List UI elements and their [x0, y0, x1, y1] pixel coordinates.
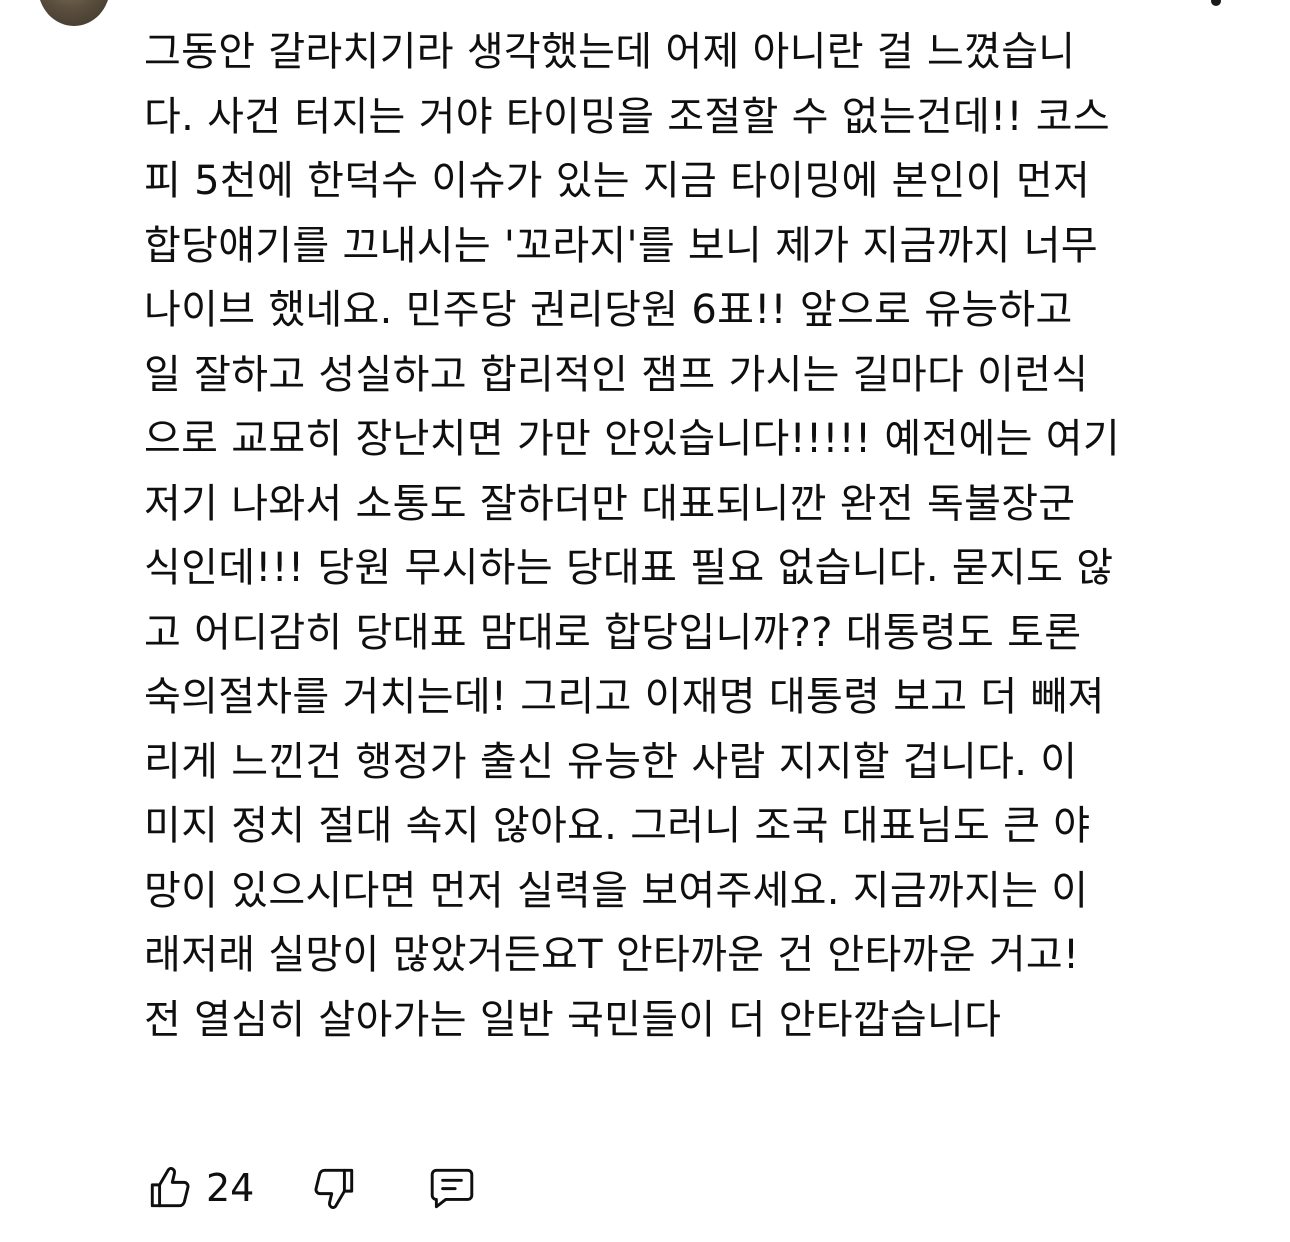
comment-line: 전 열심히 살아가는 일반 국민들이 더 안타깝습니다 [144, 996, 1002, 1043]
comment-line: 숙의절차를 거치는데! 그리고 이재명 대통령 보고 더 빼져 [144, 674, 1105, 720]
comment-line: 망이 있으시다면 먼저 실력을 보여주세요. 지금까지는 이 [144, 867, 1089, 914]
comment-line: 래저래 실망이 많았거든요T 안타까운 건 안타까운 거고! [144, 932, 1080, 978]
comment-header-partial [150, 0, 610, 4]
thumbs-up-icon [150, 1166, 190, 1208]
comment-line: 다. 사건 터지는 거야 타이밍을 조절할 수 없는건데!! 코스 [144, 93, 1111, 140]
dislike-button[interactable] [304, 1156, 364, 1220]
avatar[interactable] [38, 0, 110, 26]
comment-actions: 24 [140, 1156, 482, 1220]
comment-line: 합당얘기를 끄내시는 '꼬라지'를 보니 제가 지금까지 너무 [144, 222, 1098, 269]
comment-line: 일 잘하고 성실하고 합리적인 잼프 가시는 길마다 이런식 [144, 351, 1089, 398]
like-count: 24 [206, 1166, 255, 1210]
comment-line: 고 어디감히 당대표 맘대로 합당입니까?? 대통령도 토론 [144, 609, 1082, 656]
comment-line: 피 5천에 한덕수 이슈가 있는 지금 타이밍에 본인이 먼저 [144, 158, 1091, 204]
like-button[interactable] [140, 1156, 200, 1220]
comment-line: 미지 정치 절대 속지 않아요. 그러니 조국 대표님도 큰 야 [144, 803, 1091, 849]
comment-icon [431, 1168, 474, 1209]
comment-line: 으로 교묘히 장난치면 가만 안있습니다!!!!! 예전에는 여기 [144, 416, 1120, 462]
comment-line: 저기 나와서 소통도 잘하더만 대표되니깐 완전 독불장군 [144, 480, 1076, 527]
reply-button[interactable] [422, 1156, 482, 1220]
comment-line: 리게 느낀건 행정가 출신 유능한 사람 지지할 겁니다. 이 [144, 738, 1078, 785]
comment-line: 그동안 갈라치기라 생각했는데 어제 아니란 걸 느꼈습니 [144, 29, 1076, 75]
comment-line: 나이브 했네요. 민주당 권리당원 6표!! 앞으로 유능하고 [144, 287, 1073, 333]
thumbs-down-icon [314, 1168, 354, 1210]
more-options-icon[interactable] [1211, 0, 1221, 6]
comment-text: 그동안 갈라치기라 생각했는데 어제 아니란 걸 느꼈습니 다. 사건 터지는 … [144, 20, 1224, 1052]
comment-line: 식인데!!! 당원 무시하는 당대표 필요 없습니다. 묻지도 않 [144, 545, 1114, 591]
